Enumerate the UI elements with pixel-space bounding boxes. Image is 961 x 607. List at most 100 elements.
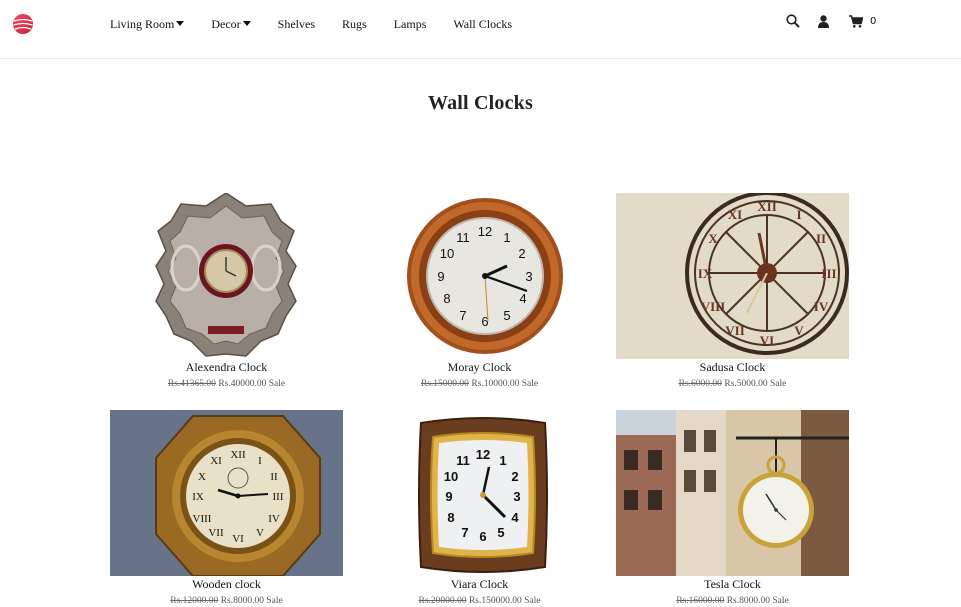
nav-item-label: Shelves xyxy=(277,17,316,31)
svg-text:8: 8 xyxy=(447,510,454,525)
svg-text:10: 10 xyxy=(444,469,458,484)
cart-count: 0 xyxy=(870,15,877,27)
sale-price: Rs.8000.00 xyxy=(726,596,770,606)
search-icon[interactable] xyxy=(786,14,800,28)
old-price: Rs.41365.00 xyxy=(167,379,216,389)
nav-item-label: Decor xyxy=(211,17,241,31)
product-price: Rs.12000.00 Rs.8000.00 Sale xyxy=(110,596,343,606)
sale-badge: Sale xyxy=(521,379,539,389)
sale-price: Rs.5000.00 xyxy=(724,379,768,389)
svg-text:III: III xyxy=(273,491,284,503)
sale-price: Rs.150000.00 xyxy=(468,596,522,606)
sale-price: Rs.40000.00 xyxy=(218,379,267,389)
svg-text:3: 3 xyxy=(525,269,532,284)
cart-icon[interactable] xyxy=(849,14,863,28)
svg-text:4: 4 xyxy=(511,510,519,525)
caret-down-icon xyxy=(242,21,251,26)
product-price: Rs.6000.00 Rs.5000.00 Sale xyxy=(616,379,849,389)
product-name[interactable]: Viara Clock xyxy=(363,576,596,592)
product-image[interactable] xyxy=(110,193,343,359)
svg-text:2: 2 xyxy=(518,246,525,261)
sale-badge: Sale xyxy=(772,596,789,606)
product-card[interactable]: Tesla Clock Rs.16000.00 Rs.8000.00 Sale xyxy=(616,410,849,606)
svg-text:X: X xyxy=(198,471,206,483)
nav-item-wall-clocks[interactable]: Wall Clocks xyxy=(453,17,512,32)
svg-text:11: 11 xyxy=(456,453,470,468)
user-icon[interactable] xyxy=(818,14,829,28)
svg-text:VII: VII xyxy=(725,323,745,338)
sale-badge: Sale xyxy=(268,379,286,389)
nav-item-label: Rugs xyxy=(342,17,367,31)
old-price: Rs.15000.00 xyxy=(420,379,469,389)
svg-text:V: V xyxy=(256,527,264,539)
product-price: Rs.16000.00 Rs.8000.00 Sale xyxy=(616,596,849,606)
product-name[interactable]: Wooden clock xyxy=(110,576,343,592)
svg-text:VIII: VIII xyxy=(193,513,212,525)
old-price: Rs.6000.00 xyxy=(678,379,722,389)
svg-text:8: 8 xyxy=(443,291,450,306)
nav-item-rugs[interactable]: Rugs xyxy=(342,17,367,32)
svg-text:IV: IV xyxy=(268,513,280,525)
svg-text:12: 12 xyxy=(478,224,492,239)
product-image[interactable]: XII III VI IX I II IV V VII VIII X XI xyxy=(616,193,849,359)
product-image[interactable]: 12 1 2 345 678 9 10 11 xyxy=(363,410,596,576)
product-card[interactable]: XII III VI IX I II IV V VII VIII X XI Sadusa Cloc… xyxy=(616,193,849,389)
svg-text:1: 1 xyxy=(499,453,506,468)
svg-text:7: 7 xyxy=(459,308,466,323)
svg-text:VII: VII xyxy=(208,527,224,539)
main-nav: Living Room Decor Shelves Rugs Lamps Wal… xyxy=(110,17,539,32)
nav-item-shelves[interactable]: Shelves xyxy=(278,17,315,32)
svg-text:X: X xyxy=(708,231,718,246)
nav-item-label: Wall Clocks xyxy=(453,17,513,31)
svg-text:V: V xyxy=(794,323,804,338)
product-price: Rs.41365.00 Rs.40000.00 Sale xyxy=(110,379,343,389)
svg-text:IX: IX xyxy=(698,266,713,281)
caret-down-icon xyxy=(176,21,185,26)
product-name[interactable]: Sadusa Clock xyxy=(616,359,849,375)
page-title: Wall Clocks xyxy=(428,92,533,114)
sale-badge: Sale xyxy=(524,596,541,606)
product-image[interactable]: XII III VI IX I II IV V VII VIII X XI xyxy=(110,410,343,576)
product-card[interactable]: Alexendra Clock Rs.41365.00 Rs.40000.00 … xyxy=(110,193,343,389)
product-image[interactable]: 12 1 2 345 678 9 10 11 xyxy=(363,193,596,359)
svg-text:XII: XII xyxy=(757,199,777,214)
svg-text:VIII: VIII xyxy=(701,299,726,314)
nav-item-lamps[interactable]: Lamps xyxy=(394,17,427,32)
svg-text:5: 5 xyxy=(503,308,510,323)
svg-text:IV: IV xyxy=(814,299,829,314)
nav-item-decor[interactable]: Decor xyxy=(211,17,251,32)
svg-text:VI: VI xyxy=(232,533,244,545)
svg-text:XI: XI xyxy=(728,207,742,222)
svg-text:I: I xyxy=(796,207,801,222)
svg-text:4: 4 xyxy=(519,291,526,306)
old-price: Rs.12000.00 xyxy=(170,596,219,606)
svg-text:III: III xyxy=(821,266,836,281)
product-price: Rs.15000.00 Rs.10000.00 Sale xyxy=(363,379,596,389)
svg-text:12: 12 xyxy=(476,447,490,462)
header-icons: 0 xyxy=(786,14,876,28)
svg-text:9: 9 xyxy=(445,489,452,504)
svg-text:XII: XII xyxy=(230,449,246,461)
svg-text:7: 7 xyxy=(461,525,468,540)
svg-text:1: 1 xyxy=(503,230,510,245)
product-card[interactable]: XII III VI IX I II IV V VII VIII X XI Wooden cloc… xyxy=(110,410,343,606)
product-name[interactable]: Alexendra Clock xyxy=(110,359,343,375)
product-card[interactable]: 12 1 2 345 678 9 10 11 Viara Clock Rs.20000.… xyxy=(363,410,596,606)
svg-text:9: 9 xyxy=(437,269,444,284)
sale-price: Rs.8000.00 xyxy=(220,596,264,606)
sale-badge: Sale xyxy=(266,596,283,606)
svg-text:XI: XI xyxy=(210,455,222,467)
svg-text:3: 3 xyxy=(513,489,520,504)
product-price: Rs.20000.00 Rs.150000.00 Sale xyxy=(363,596,596,606)
svg-text:6: 6 xyxy=(479,529,486,544)
nav-item-label: Lamps xyxy=(393,17,427,31)
svg-text:10: 10 xyxy=(440,246,454,261)
product-name[interactable]: Moray Clock xyxy=(363,359,596,375)
logo-icon[interactable] xyxy=(12,13,34,35)
nav-item-living-room[interactable]: Living Room xyxy=(110,17,185,32)
product-image[interactable] xyxy=(616,410,849,576)
product-card[interactable]: 12 1 2 345 678 9 10 11 Moray Clock Rs.15000.… xyxy=(363,193,596,389)
old-price: Rs.20000.00 xyxy=(418,596,467,606)
product-name[interactable]: Tesla Clock xyxy=(616,576,849,592)
old-price: Rs.16000.00 xyxy=(676,596,725,606)
